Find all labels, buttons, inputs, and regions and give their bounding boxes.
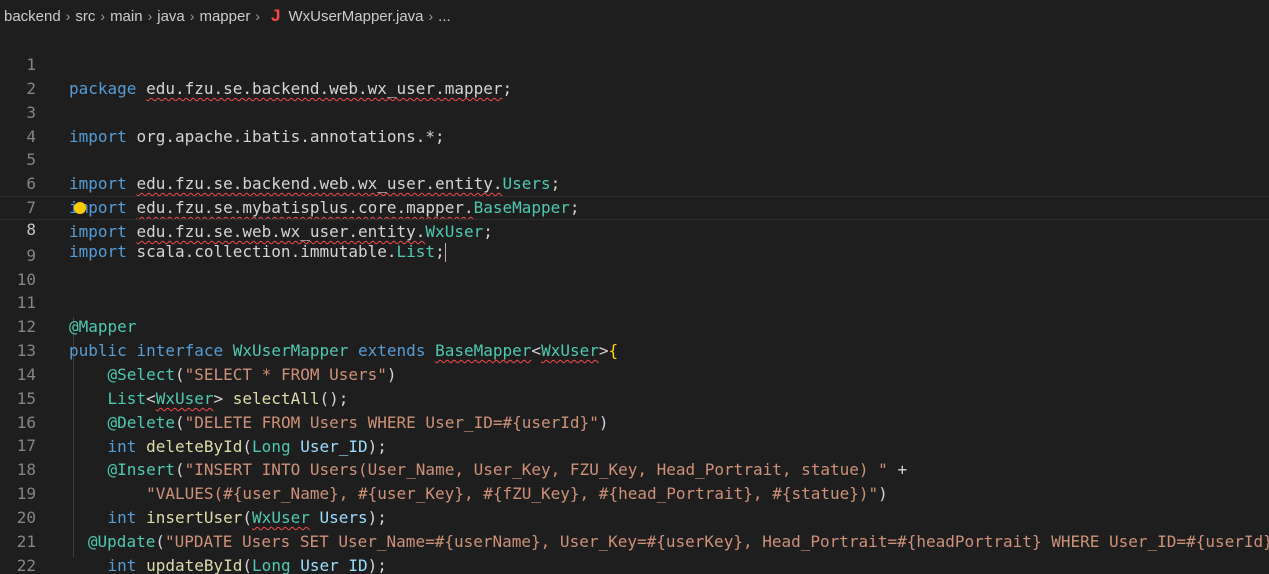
breadcrumb-item-main[interactable]: main: [110, 8, 143, 25]
chevron-right-icon: ›: [65, 8, 71, 24]
code-line[interactable]: 19 int insertUser(WxUser Users);: [0, 458, 1269, 527]
code-line[interactable]: 16 int deleteById(Long User_ID);: [0, 387, 1269, 456]
code-line[interactable]: 18 "VALUES(#{user_Name}, #{user_Key}, #{…: [0, 434, 1269, 503]
breadcrumb-item-file[interactable]: WxUserMapper.java: [288, 8, 423, 25]
breadcrumb-item-more[interactable]: ...: [438, 8, 451, 25]
code-line[interactable]: 4: [0, 101, 1269, 146]
code-line[interactable]: 15 @Delete("DELETE FROM Users WHERE User…: [0, 363, 1269, 432]
code-line[interactable]: 12 public interface WxUserMapper extends…: [0, 291, 1269, 360]
code-line[interactable]: 3 import org.apache.ibatis.annotations.*…: [0, 77, 1269, 146]
breadcrumb-item-mapper[interactable]: mapper: [199, 8, 250, 25]
code-line[interactable]: 2: [0, 53, 1269, 98]
breadcrumb: backend › src › main › java › mapper › J…: [0, 0, 1269, 32]
code-line[interactable]: 13 @Select("SELECT * FROM Users"): [0, 315, 1269, 384]
chevron-right-icon: ›: [255, 8, 260, 24]
code-line[interactable]: 22 }: [0, 530, 1269, 574]
code-line[interactable]: 23: [0, 553, 1269, 574]
code-line-current[interactable]: 8 import scala.collection.immutable.List…: [0, 196, 1269, 262]
code-line[interactable]: 10: [0, 244, 1269, 289]
code-line[interactable]: 7 import edu.fzu.se.web.wx_user.entity.W…: [0, 172, 1269, 241]
code-line[interactable]: 20 @Update("UPDATE Users SET User_Name=#…: [0, 482, 1269, 551]
code-line[interactable]: 6 import edu.fzu.se.mybatisplus.core.map…: [0, 148, 1269, 217]
chevron-right-icon: ›: [147, 8, 153, 24]
breadcrumb-item-backend[interactable]: backend: [4, 8, 61, 25]
code-editor[interactable]: 1 package edu.fzu.se.backend.web.wx_user…: [0, 29, 1269, 574]
breadcrumb-item-java[interactable]: java: [157, 8, 185, 25]
code-line[interactable]: 9: [0, 220, 1269, 265]
code-line[interactable]: 14 List<WxUser> selectAll();: [0, 339, 1269, 408]
code-line[interactable]: 1 package edu.fzu.se.backend.web.wx_user…: [0, 29, 1269, 98]
chevron-right-icon: ›: [100, 8, 106, 24]
code-line[interactable]: 21 int updateById(Long User_ID);: [0, 506, 1269, 574]
java-file-icon: J: [270, 6, 281, 25]
chevron-right-icon: ›: [189, 8, 195, 24]
breadcrumb-item-src[interactable]: src: [75, 8, 95, 25]
code-line[interactable]: 11 @Mapper: [0, 267, 1269, 336]
chevron-right-icon: ›: [428, 8, 434, 24]
code-line[interactable]: 5 import edu.fzu.se.backend.web.wx_user.…: [0, 124, 1269, 193]
lightbulb-icon[interactable]: [74, 202, 86, 214]
code-line[interactable]: 17 @Insert("INSERT INTO Users(User_Name,…: [0, 410, 1269, 479]
